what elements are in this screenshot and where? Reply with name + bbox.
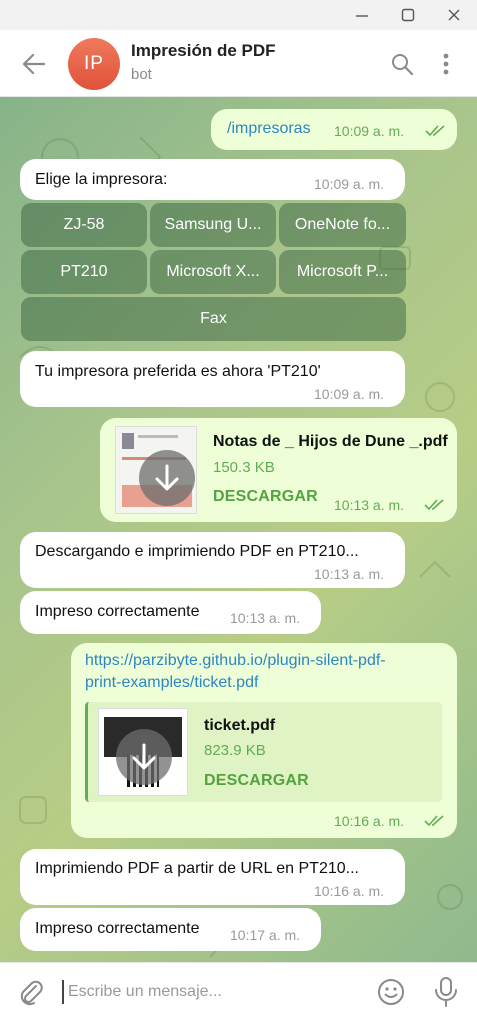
keyboard-button[interactable]: Fax xyxy=(21,297,406,341)
paperclip-icon[interactable] xyxy=(16,977,46,1007)
chat-area[interactable]: /impresoras 10:09 a. m. Elige la impreso… xyxy=(0,97,477,962)
file-size: 823.9 KB xyxy=(204,742,266,759)
double-check-icon xyxy=(424,815,444,827)
message-input[interactable]: Escribe un mensaje... xyxy=(62,980,362,1004)
keyboard-button[interactable]: Microsoft X... xyxy=(150,250,276,294)
keyboard-button[interactable]: Samsung U... xyxy=(150,203,276,247)
double-check-icon xyxy=(425,125,445,137)
message-time: 10:17 a. m. xyxy=(230,927,301,943)
message-time: 10:13 a. m. xyxy=(334,497,405,513)
download-icon[interactable] xyxy=(139,450,195,506)
avatar[interactable]: IP xyxy=(68,38,120,90)
message-time: 10:13 a. m. xyxy=(314,566,385,582)
message-outgoing-file[interactable]: Notas de _ Hijos de Dune _.pdf 150.3 KB … xyxy=(100,418,457,522)
message-outgoing-link[interactable]: https://parzibyte.github.io/plugin-silen… xyxy=(71,643,457,838)
message-link[interactable]: print-examples/ticket.pdf xyxy=(85,674,258,692)
microphone-icon[interactable] xyxy=(432,976,460,1008)
search-icon[interactable] xyxy=(388,50,416,78)
more-vertical-icon[interactable] xyxy=(432,50,460,78)
message-incoming[interactable]: Tu impresora preferida es ahora 'PT210' … xyxy=(20,351,405,407)
message-text: Impreso correctamente xyxy=(35,603,200,620)
message-link[interactable]: https://parzibyte.github.io/plugin-silen… xyxy=(85,652,386,670)
chat-subtitle: bot xyxy=(131,66,152,83)
keyboard-button[interactable]: OneNote fo... xyxy=(279,203,406,247)
command-text[interactable]: /impresoras xyxy=(227,120,311,138)
chat-title[interactable]: Impresión de PDF xyxy=(131,41,276,61)
message-text: Descargando e imprimiendo PDF en PT210..… xyxy=(35,543,359,560)
message-time: 10:09 a. m. xyxy=(314,176,385,192)
maximize-icon[interactable] xyxy=(397,5,419,25)
message-time: 10:13 a. m. xyxy=(230,610,301,626)
message-time: 10:16 a. m. xyxy=(334,813,405,829)
minimize-icon[interactable] xyxy=(351,5,373,25)
message-outgoing[interactable]: /impresoras 10:09 a. m. xyxy=(211,109,457,150)
file-size: 150.3 KB xyxy=(213,459,275,476)
file-thumbnail[interactable] xyxy=(98,708,188,796)
message-incoming[interactable]: Descargando e imprimiendo PDF en PT210..… xyxy=(20,532,405,588)
message-text: Tu impresora preferida es ahora 'PT210' xyxy=(35,363,321,380)
keyboard-button[interactable]: PT210 xyxy=(21,250,147,294)
keyboard-button[interactable]: ZJ-58 xyxy=(21,203,147,247)
message-incoming[interactable]: Elige la impresora: 10:09 a. m. xyxy=(20,159,405,200)
message-time: 10:16 a. m. xyxy=(314,883,385,899)
download-button[interactable]: DESCARGAR xyxy=(204,772,309,790)
download-button[interactable]: DESCARGAR xyxy=(213,488,318,506)
arrow-left-icon[interactable] xyxy=(20,50,48,78)
download-icon[interactable] xyxy=(116,729,172,785)
message-incoming[interactable]: Impreso correctamente 10:17 a. m. xyxy=(20,908,321,951)
message-text: Imprimiendo PDF a partir de URL en PT210… xyxy=(35,860,359,877)
message-composer: Escribe un mensaje... xyxy=(0,962,477,1020)
close-icon[interactable] xyxy=(443,5,465,25)
file-name: ticket.pdf xyxy=(204,717,276,734)
message-incoming[interactable]: Impreso correctamente 10:13 a. m. xyxy=(20,591,321,634)
file-thumbnail[interactable] xyxy=(115,426,197,514)
double-check-icon xyxy=(424,499,444,511)
chat-header: IP Impresión de PDF bot xyxy=(0,30,477,97)
message-incoming[interactable]: Imprimiendo PDF a partir de URL en PT210… xyxy=(20,849,405,905)
message-time: 10:09 a. m. xyxy=(334,123,405,139)
file-preview-card[interactable]: ticket.pdf 823.9 KB DESCARGAR xyxy=(85,702,442,802)
message-text: Impreso correctamente xyxy=(35,920,200,937)
keyboard-button[interactable]: Microsoft P... xyxy=(279,250,406,294)
emoji-icon[interactable] xyxy=(376,977,406,1007)
window-titlebar xyxy=(0,0,477,30)
message-time: 10:09 a. m. xyxy=(314,386,385,402)
file-name: Notas de _ Hijos de Dune _.pdf xyxy=(213,433,448,450)
message-text: Elige la impresora: xyxy=(35,171,168,188)
